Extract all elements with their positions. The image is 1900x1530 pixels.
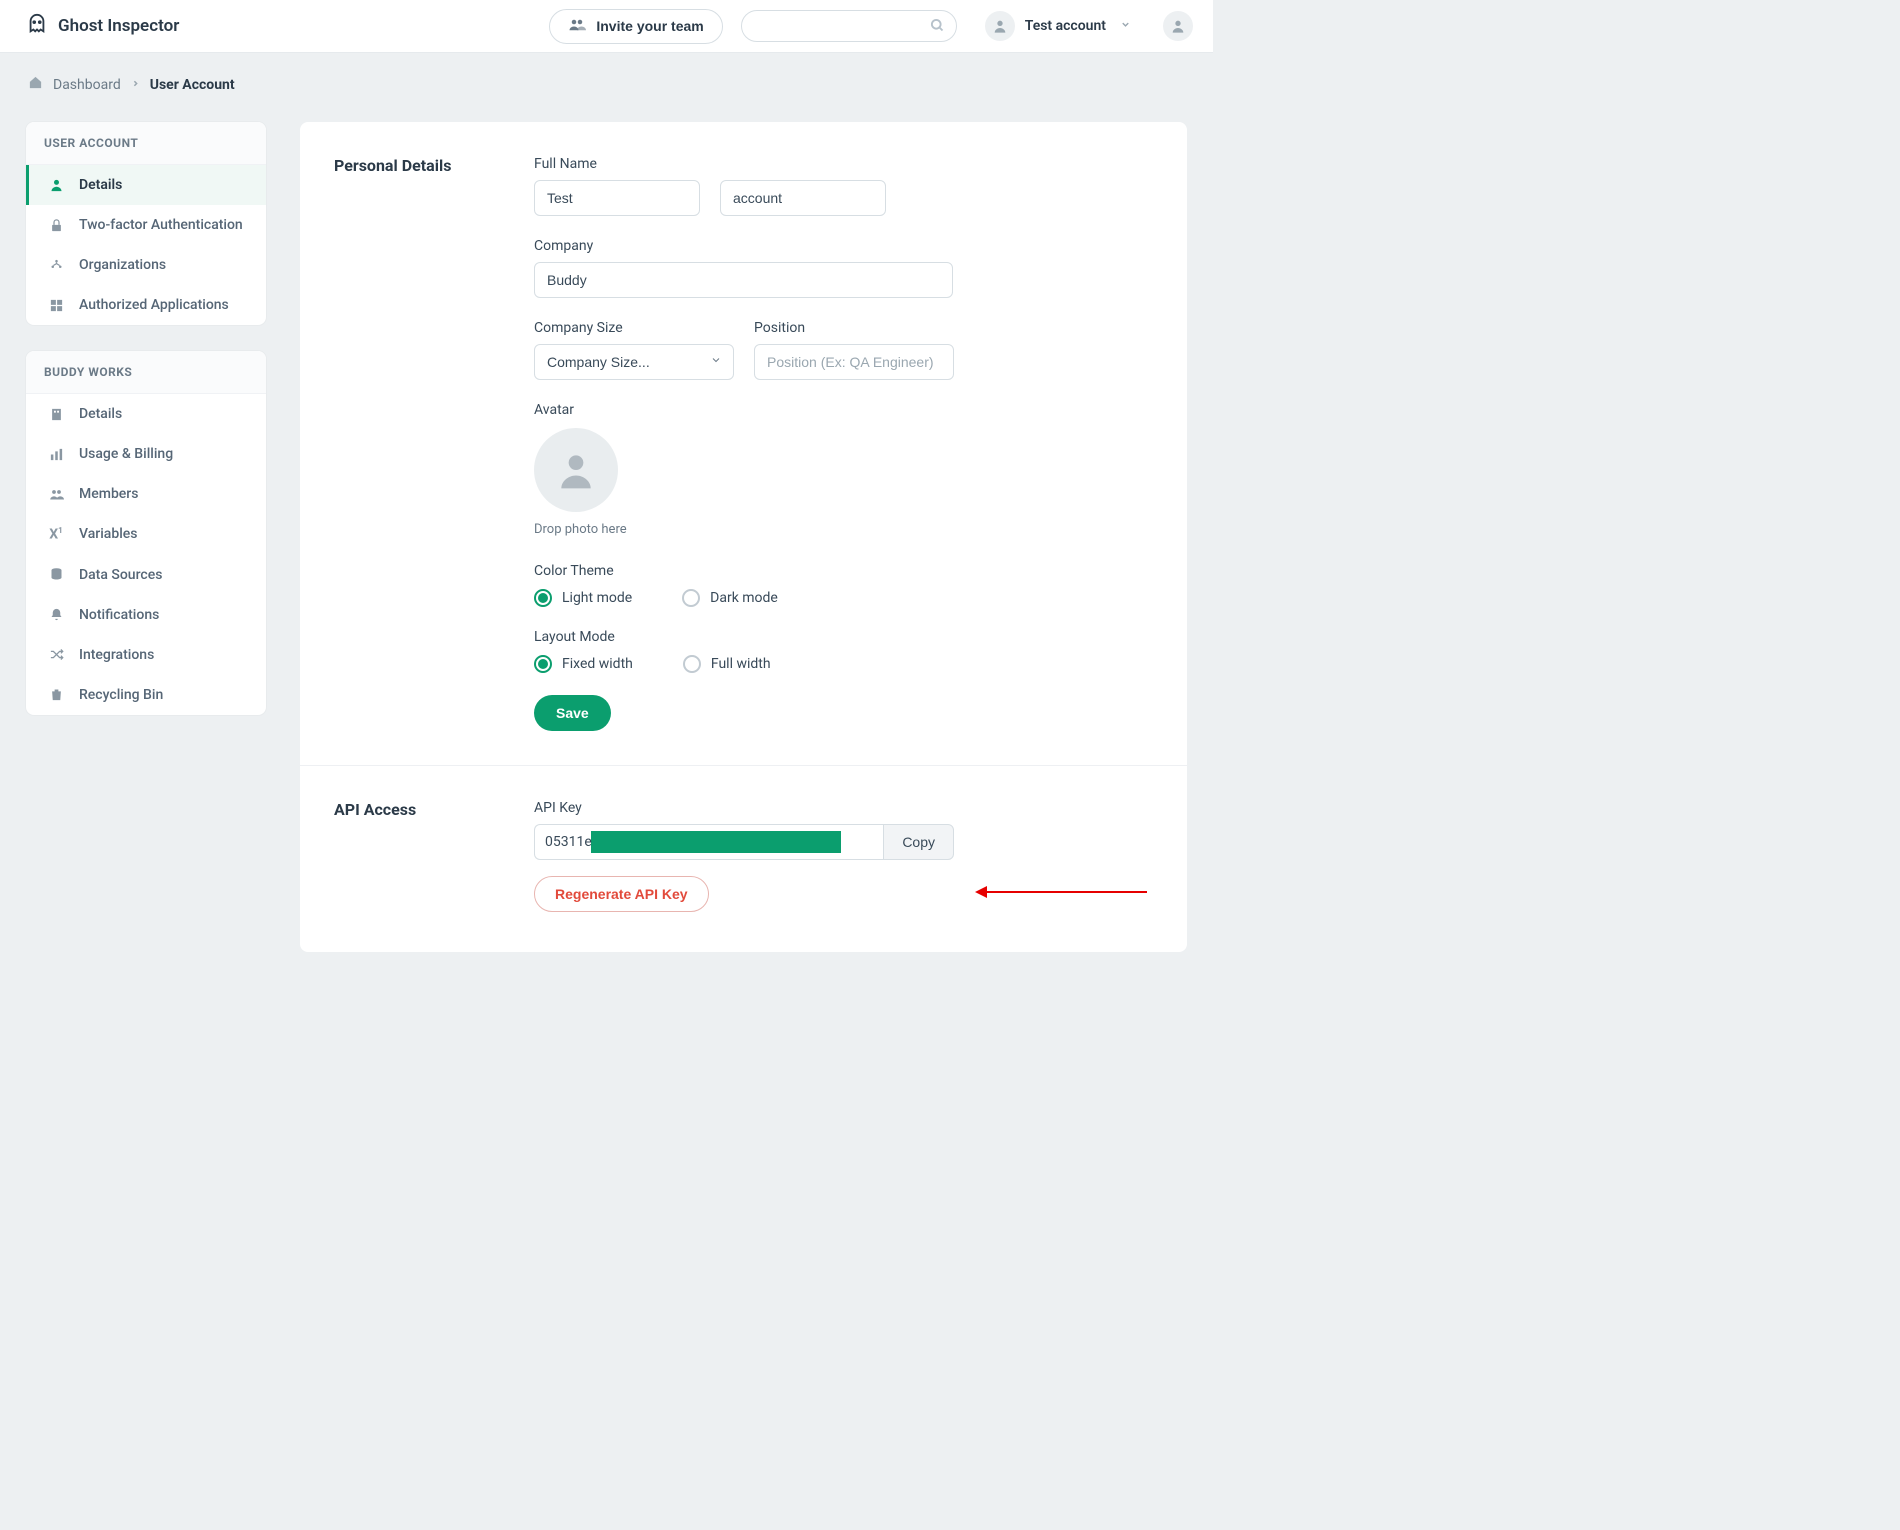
lock-icon — [47, 218, 65, 233]
regenerate-api-key-button[interactable]: Regenerate API Key — [534, 876, 709, 912]
sidebar-item-organizations[interactable]: Organizations — [26, 245, 266, 285]
api-key-prefix: 05311e — [545, 834, 592, 850]
trash-icon — [47, 687, 65, 702]
sidebar-item-data-sources[interactable]: Data Sources — [26, 555, 266, 595]
ghost-icon — [26, 13, 48, 40]
breadcrumb-dashboard[interactable]: Dashboard — [53, 77, 121, 93]
sidebar-item-label: Details — [79, 177, 122, 193]
product-name: Ghost Inspector — [58, 16, 179, 36]
section-api-access: API Access API Key 05311e Copy Regenerat… — [300, 765, 1187, 946]
radio-indicator — [534, 589, 552, 607]
org-icon — [47, 258, 65, 273]
sidebar: USER ACCOUNT Details Two-factor Authenti… — [26, 122, 266, 715]
search-icon — [930, 18, 945, 37]
sidebar-item-recycling-bin[interactable]: Recycling Bin — [26, 675, 266, 715]
sidebar-item-integrations[interactable]: Integrations — [26, 635, 266, 675]
database-icon — [47, 567, 65, 582]
search-input[interactable] — [741, 10, 957, 42]
sidebar-item-label: Variables — [79, 526, 137, 542]
breadcrumb: Dashboard User Account — [0, 53, 1213, 94]
sidebar-item-variables[interactable]: X1 Variables — [26, 514, 266, 555]
field-label-api-key: API Key — [534, 800, 1153, 816]
avatar-dropzone[interactable] — [534, 428, 618, 512]
topbar: Ghost Inspector Invite your team Test ac… — [0, 0, 1213, 53]
sidebar-item-label: Recycling Bin — [79, 687, 163, 703]
radio-label: Full width — [711, 656, 771, 672]
sidebar-group-title: BUDDY WORKS — [26, 351, 266, 394]
account-menu[interactable]: Test account — [985, 11, 1131, 41]
api-key-field[interactable]: 05311e — [534, 824, 883, 860]
section-title: Personal Details — [334, 156, 534, 731]
radio-full-width[interactable]: Full width — [683, 655, 771, 673]
radio-dark-mode[interactable]: Dark mode — [682, 589, 778, 607]
logo[interactable]: Ghost Inspector — [26, 13, 179, 40]
sidebar-item-label: Authorized Applications — [79, 297, 229, 313]
sidebar-item-members[interactable]: Members — [26, 474, 266, 514]
section-personal-details: Personal Details Full Name Company Compa… — [300, 122, 1187, 765]
bell-icon — [47, 607, 65, 622]
sidebar-panel-user-account: USER ACCOUNT Details Two-factor Authenti… — [26, 122, 266, 325]
radio-indicator — [682, 589, 700, 607]
search-wrap — [741, 10, 957, 42]
user-icon — [47, 178, 65, 193]
sidebar-item-label: Data Sources — [79, 567, 162, 583]
field-label-position: Position — [754, 320, 954, 336]
variable-icon: X1 — [47, 526, 65, 543]
sidebar-item-details[interactable]: Details — [26, 165, 266, 205]
sidebar-item-label: Notifications — [79, 607, 159, 623]
radio-label: Dark mode — [710, 590, 778, 606]
field-label-company-size: Company Size — [534, 320, 734, 336]
field-label-fullname: Full Name — [534, 156, 1153, 172]
copy-api-key-button[interactable]: Copy — [883, 824, 954, 860]
main-panel: Personal Details Full Name Company Compa… — [300, 122, 1187, 952]
avatar-drop-caption: Drop photo here — [534, 522, 1153, 537]
building-icon — [47, 407, 65, 422]
invite-team-button[interactable]: Invite your team — [549, 9, 722, 44]
position-input[interactable] — [754, 344, 954, 380]
radio-indicator — [683, 655, 701, 673]
radio-fixed-width[interactable]: Fixed width — [534, 655, 633, 673]
sidebar-item-label: Members — [79, 486, 138, 502]
field-label-layout-mode: Layout Mode — [534, 629, 615, 645]
field-label-color-theme: Color Theme — [534, 563, 614, 579]
radio-indicator — [534, 655, 552, 673]
breadcrumb-current: User Account — [150, 77, 235, 93]
section-title: API Access — [334, 800, 534, 912]
field-label-avatar: Avatar — [534, 402, 574, 418]
members-icon — [47, 487, 65, 502]
sidebar-group-title: USER ACCOUNT — [26, 122, 266, 165]
sidebar-item-usage-billing[interactable]: Usage & Billing — [26, 434, 266, 474]
chevron-down-icon — [1120, 18, 1131, 34]
radio-label: Light mode — [562, 590, 632, 606]
last-name-input[interactable] — [720, 180, 886, 216]
save-button[interactable]: Save — [534, 695, 611, 731]
invite-label: Invite your team — [596, 18, 703, 34]
sidebar-item-label: Integrations — [79, 647, 154, 663]
home-icon[interactable] — [28, 75, 43, 94]
secondary-avatar[interactable] — [1163, 11, 1193, 41]
company-size-select[interactable]: Company Size... — [534, 344, 734, 380]
sidebar-item-label: Organizations — [79, 257, 166, 273]
sidebar-item-authorized-apps[interactable]: Authorized Applications — [26, 285, 266, 325]
people-icon — [568, 18, 586, 35]
company-input[interactable] — [534, 262, 953, 298]
sidebar-item-label: Usage & Billing — [79, 446, 173, 462]
chart-icon — [47, 447, 65, 462]
sidebar-item-notifications[interactable]: Notifications — [26, 595, 266, 635]
radio-light-mode[interactable]: Light mode — [534, 589, 632, 607]
grid-icon — [47, 298, 65, 313]
api-key-redaction — [591, 831, 841, 853]
first-name-input[interactable] — [534, 180, 700, 216]
radio-label: Fixed width — [562, 656, 633, 672]
field-label-company: Company — [534, 238, 1153, 254]
shuffle-icon — [47, 647, 65, 662]
sidebar-item-2fa[interactable]: Two-factor Authentication — [26, 205, 266, 245]
account-name: Test account — [1025, 18, 1106, 34]
sidebar-item-label: Two-factor Authentication — [79, 217, 243, 233]
user-avatar-icon — [985, 11, 1015, 41]
chevron-right-icon — [131, 78, 140, 91]
sidebar-item-label: Details — [79, 406, 122, 422]
sidebar-item-org-details[interactable]: Details — [26, 394, 266, 434]
sidebar-panel-buddy-works: BUDDY WORKS Details Usage & Billing Memb… — [26, 351, 266, 715]
